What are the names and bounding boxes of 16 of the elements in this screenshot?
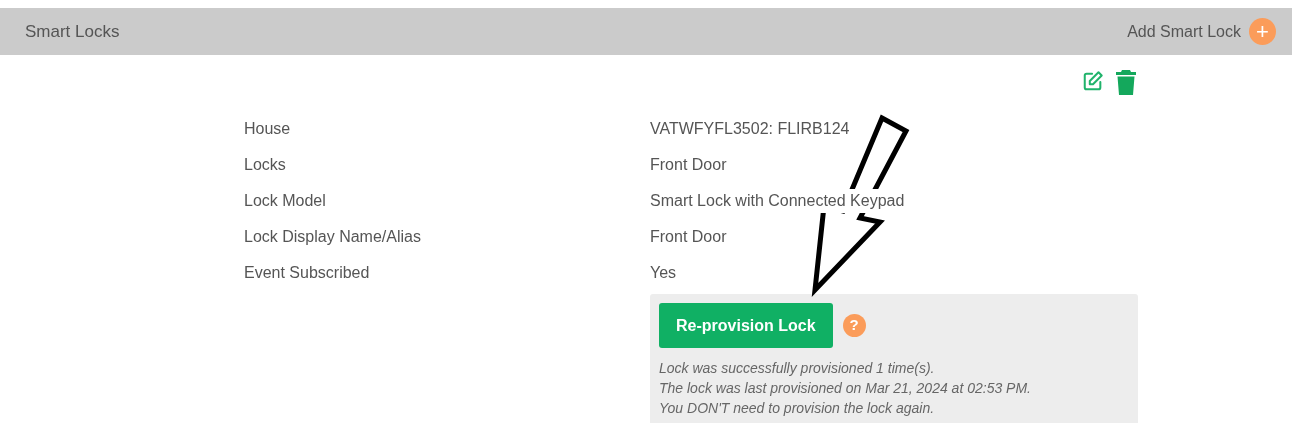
detail-value: Smart Lock with Connected Keypad xyxy=(650,189,905,213)
provision-note: Lock was successfully provisioned 1 time(s). xyxy=(659,359,936,378)
help-icon[interactable]: ? xyxy=(842,314,866,337)
reprovision-button[interactable]: Re-provision Lock xyxy=(659,303,833,348)
detail-label: Lock Model xyxy=(244,191,327,211)
detail-label: Locks xyxy=(244,155,287,175)
panel-title: Smart Locks xyxy=(25,20,120,43)
detail-label: Event Subscribed xyxy=(244,263,371,283)
trash-icon[interactable] xyxy=(1116,70,1136,95)
add-button[interactable]: + xyxy=(1249,18,1276,45)
detail-label: House xyxy=(244,119,292,139)
provision-note: You DON'T need to provision the lock again. xyxy=(659,399,936,418)
add-smart-lock-link[interactable]: Add Smart Lock xyxy=(1127,19,1241,44)
detail-label: Lock Display Name/Alias xyxy=(244,227,422,247)
provision-note: The lock was last provisioned on Mar 21, 2024 at 02:53 PM. xyxy=(659,379,1032,398)
edit-icon[interactable] xyxy=(1082,70,1104,92)
